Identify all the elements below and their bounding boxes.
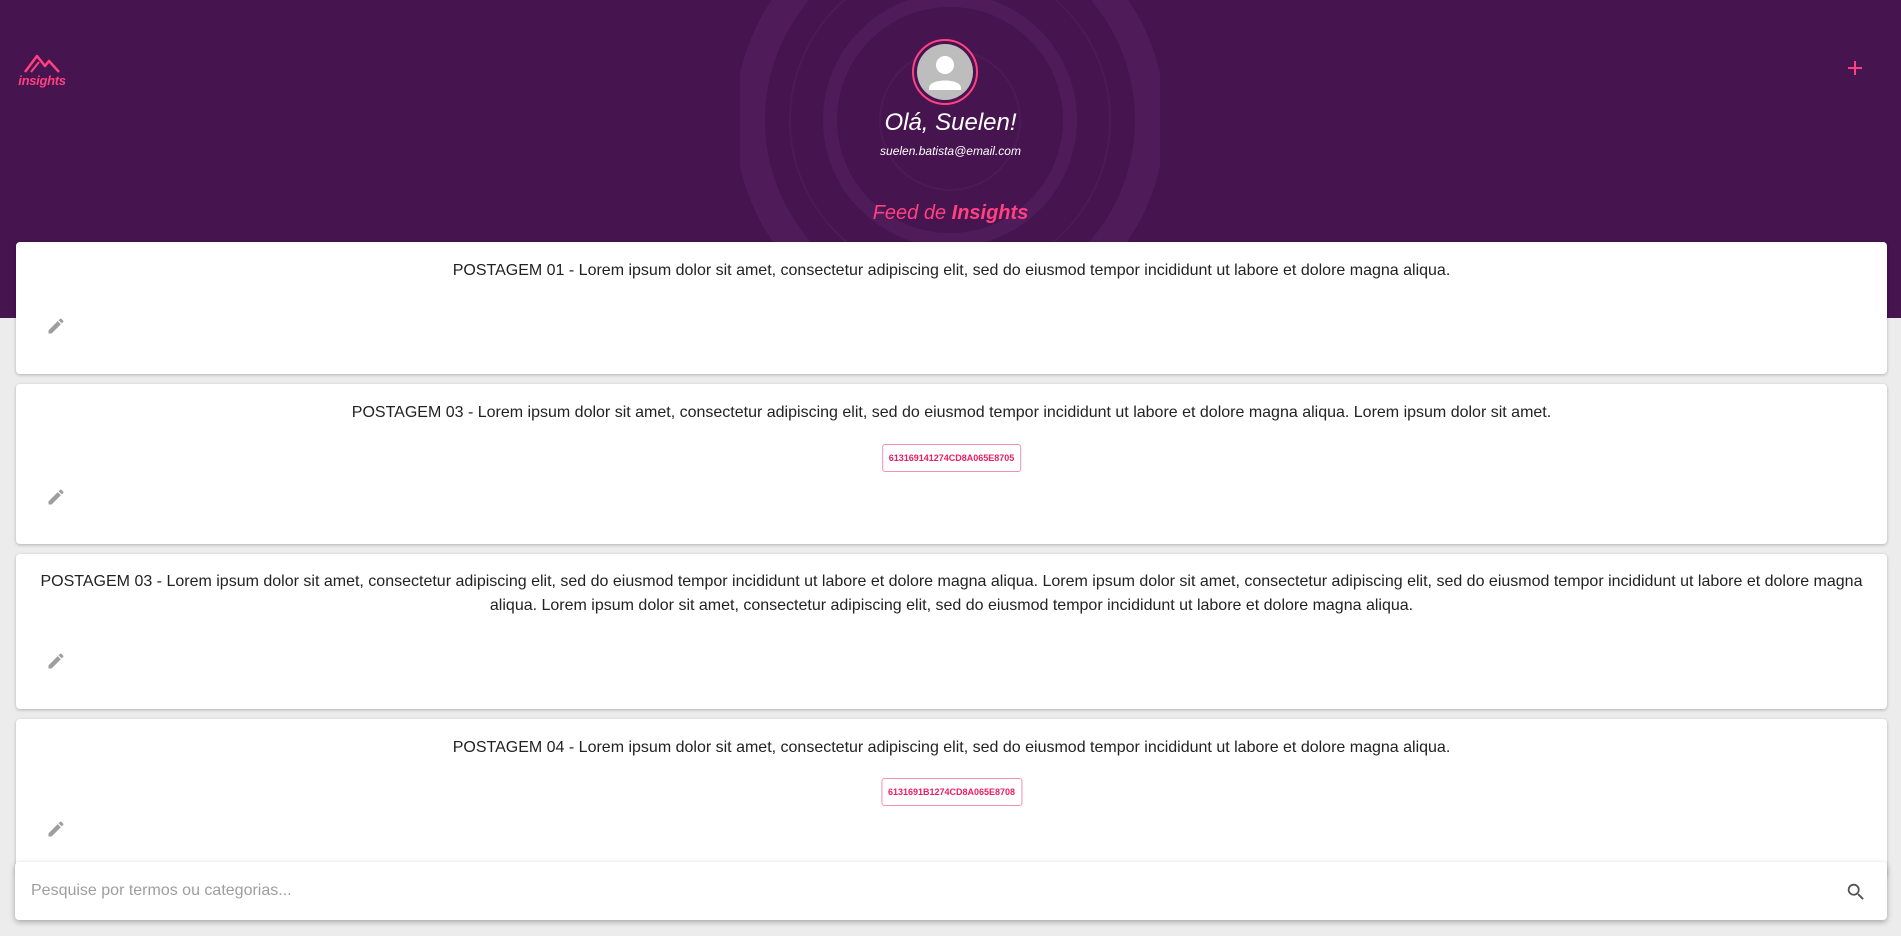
greeting: Olá, Suelen! [884,109,1017,136]
post-text: POSTAGEM 03 - Lorem ipsum dolor sit amet… [351,404,1552,421]
post-card: POSTAGEM 03 - Lorem ipsum dolor sit amet… [16,554,1887,709]
category-tag[interactable]: 613169141274CD8A065E8705 [881,444,1022,472]
logo-mark [24,54,60,73]
post-text: POSTAGEM 01 - Lorem ipsum dolor sit amet… [452,262,1451,279]
plus-icon [1848,61,1862,75]
feed-list: POSTAGEM 01 - Lorem ipsum dolor sit amet… [16,242,1887,889]
post-text: POSTAGEM 04 - Lorem ipsum dolor sit amet… [452,739,1451,756]
post-text: POSTAGEM 03 - Lorem ipsum dolor sit amet… [40,573,1863,614]
edit-icon[interactable] [46,487,66,507]
avatar[interactable] [912,39,978,105]
search-input[interactable] [31,862,1811,920]
post-card: POSTAGEM 01 - Lorem ipsum dolor sit amet… [16,242,1887,374]
feed-title-highlight: Insights [951,202,1029,224]
post-card: POSTAGEM 03 - Lorem ipsum dolor sit amet… [16,384,1887,544]
logo-text: insights [18,73,66,88]
edit-icon[interactable] [46,819,66,839]
edit-icon[interactable] [46,316,66,336]
post-card: POSTAGEM 04 - Lorem ipsum dolor sit amet… [16,719,1887,879]
feed-title: Feed de Insights [0,202,1901,225]
category-tag[interactable]: 6131691B1274CD8A065E8708 [880,778,1023,806]
search-bar [15,862,1887,920]
user-email: suelen.batista@email.com [880,144,1021,158]
edit-icon[interactable] [46,651,66,671]
feed-title-prefix: Feed de [872,202,952,224]
add-post-button[interactable] [1842,55,1868,81]
person-icon [929,56,961,90]
search-icon[interactable] [1845,881,1867,903]
app-logo[interactable]: insights [15,52,69,88]
